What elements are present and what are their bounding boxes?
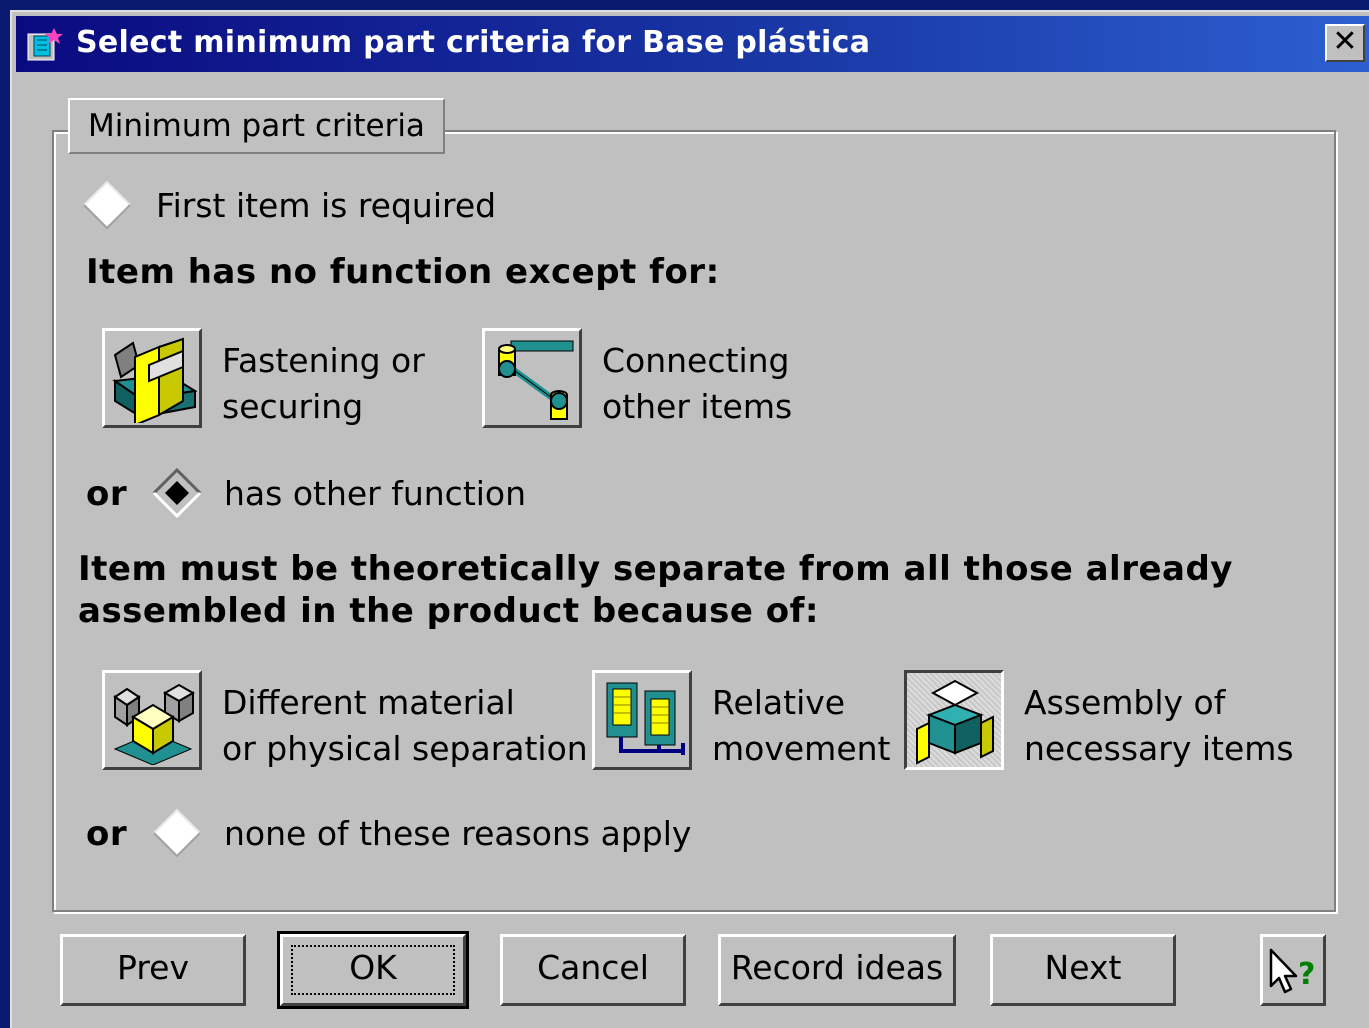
or-label-separation: or — [86, 814, 128, 854]
other-function-label[interactable]: has other function — [224, 474, 526, 513]
connecting-label: Connecting other items — [602, 341, 793, 426]
none-apply-label[interactable]: none of these reasons apply — [224, 814, 691, 853]
other-function-radio[interactable] — [152, 468, 202, 518]
first-item-radio[interactable] — [82, 180, 132, 230]
relative-movement-button[interactable] — [592, 670, 692, 770]
first-item-label[interactable]: First item is required — [156, 186, 496, 225]
record-ideas-button[interactable]: Record ideas — [718, 934, 956, 1006]
ok-button[interactable]: OK — [277, 931, 469, 1009]
title-bar[interactable]: Select minimum part criteria for Base pl… — [16, 16, 1369, 72]
cancel-button[interactable]: Cancel — [500, 934, 686, 1006]
svg-text:?: ? — [1298, 957, 1315, 992]
fastening-label: Fastening or securing — [222, 341, 425, 426]
prev-button[interactable]: Prev — [60, 934, 246, 1006]
help-button[interactable]: ? — [1260, 934, 1326, 1006]
dialog-window: Select minimum part criteria for Base pl… — [10, 10, 1369, 1028]
relative-movement-label: Relative movement — [712, 683, 891, 768]
connecting-icon — [498, 340, 574, 420]
fastening-icon — [112, 337, 197, 423]
separation-heading: Item must be theoretically separate from… — [78, 549, 1233, 631]
group-label: Minimum part criteria — [68, 98, 445, 154]
none-apply-radio[interactable] — [152, 808, 202, 858]
criteria-groupbox — [52, 130, 1336, 912]
or-label-function: or — [86, 474, 128, 514]
focus-rectangle — [291, 945, 455, 995]
help-pointer-icon: ? — [1269, 948, 1315, 994]
different-material-button[interactable] — [102, 670, 202, 770]
app-icon — [27, 28, 63, 61]
next-button[interactable]: Next — [990, 934, 1176, 1006]
different-material-label: Different material or physical separatio… — [222, 683, 588, 768]
assembly-icon — [916, 679, 994, 765]
connecting-button[interactable] — [482, 328, 582, 428]
close-button[interactable]: ✕ — [1325, 24, 1365, 62]
assembly-button[interactable] — [904, 670, 1004, 770]
assembly-label: Assembly of necessary items — [1024, 683, 1294, 768]
window-title: Select minimum part criteria for Base pl… — [76, 25, 871, 60]
fastening-button[interactable] — [102, 328, 202, 428]
different-material-icon — [113, 683, 196, 765]
function-heading: Item has no function except for: — [86, 252, 720, 292]
relative-movement-icon — [606, 682, 685, 755]
